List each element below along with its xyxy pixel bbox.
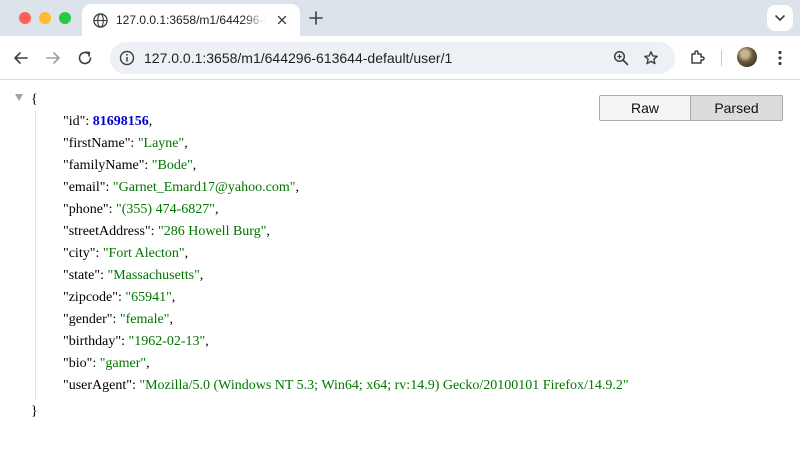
json-property-row: "id": 81698156,: [63, 114, 153, 129]
collapse-toggle-icon[interactable]: [15, 94, 23, 101]
tab-search-button[interactable]: [767, 5, 793, 31]
site-info-icon[interactable]: [119, 50, 135, 66]
json-property-row: "zipcode": "65941",: [63, 290, 176, 305]
chevron-down-icon: [775, 15, 785, 21]
parsed-button[interactable]: Parsed: [691, 96, 782, 120]
json-key: "email": [63, 180, 106, 195]
json-property-row: "streetAddress": "286 Howell Burg",: [63, 224, 270, 239]
forward-arrow-icon[interactable]: [44, 49, 62, 67]
json-property-row: "gender": "female",: [63, 312, 173, 327]
json-property-row: "phone": "(355) 474-6827",: [63, 202, 219, 217]
tab-strip: 127.0.0.1:3658/m1/644296-613644-default/…: [0, 0, 800, 36]
kebab-menu-icon[interactable]: [771, 49, 789, 67]
json-value: "1962-02-13": [128, 334, 206, 349]
json-property-row: "bio": "gamer",: [63, 356, 150, 371]
back-arrow-icon[interactable]: [12, 49, 30, 67]
json-key: "birthday": [63, 334, 122, 349]
json-close-brace: }: [31, 404, 38, 419]
view-mode-toggle: Raw Parsed: [599, 95, 783, 121]
json-key: "gender": [63, 312, 113, 327]
bookmark-star-icon[interactable]: [643, 50, 659, 66]
json-property-row: "state": "Massachusetts",: [63, 268, 204, 283]
extensions-icon[interactable]: [688, 48, 706, 66]
json-key: "familyName": [63, 158, 145, 173]
json-value: "Garnet_Emard17@yahoo.com": [112, 180, 296, 195]
json-properties: "id": 81698156, "firstName": "Layne", "fam…: [63, 113, 629, 399]
json-value: "Mozilla/5.0 (Windows NT 5.3; Win64; x64…: [139, 378, 629, 393]
json-value: 81698156: [92, 114, 149, 129]
browser-tab[interactable]: 127.0.0.1:3658/m1/644296-613644-default/…: [82, 4, 300, 36]
json-value: "Massachusetts": [107, 268, 200, 283]
page-content: { "id": 81698156, "firstName": "Layne", "f…: [0, 81, 800, 473]
json-value: "65941": [125, 290, 172, 305]
reload-icon[interactable]: [76, 49, 94, 67]
toolbar-separator: [721, 50, 722, 66]
json-value: "286 Howell Burg": [158, 224, 267, 239]
indent-guide: [35, 110, 36, 400]
window-maximize-button[interactable]: [59, 12, 71, 24]
json-property-row: "firstName": "Layne",: [63, 136, 188, 151]
close-icon[interactable]: [275, 13, 289, 27]
new-tab-plus-icon[interactable]: [307, 9, 325, 27]
json-property-row: "familyName": "Bode",: [63, 158, 197, 173]
json-viewer: { "id": 81698156, "firstName": "Layne", "f…: [0, 81, 800, 473]
json-value: "female": [119, 312, 170, 327]
tab-title: 127.0.0.1:3658/m1/644296-613644-default/…: [116, 13, 266, 27]
zoom-icon[interactable]: [613, 50, 629, 66]
json-key: "firstName": [63, 136, 131, 151]
json-property-row: "userAgent": "Mozilla/5.0 (Windows NT 5.…: [63, 378, 629, 393]
json-key: "state": [63, 268, 101, 283]
json-value: "gamer": [99, 356, 147, 371]
avatar[interactable]: [737, 47, 757, 67]
window-minimize-button[interactable]: [39, 12, 51, 24]
json-key: "bio": [63, 356, 93, 371]
json-key: "id": [63, 114, 86, 129]
address-bar[interactable]: 127.0.0.1:3658/m1/644296-613644-default/…: [110, 42, 675, 74]
json-property-row: "birthday": "1962-02-13",: [63, 334, 209, 349]
json-key: "userAgent": [63, 378, 132, 393]
json-value: "Layne": [137, 136, 185, 151]
json-property-row: "email": "Garnet_Emard17@yahoo.com",: [63, 180, 299, 195]
json-value: "(355) 474-6827": [116, 202, 215, 217]
json-open-brace: {: [31, 92, 38, 107]
json-key: "phone": [63, 202, 109, 217]
json-value: "Fort Alecton": [102, 246, 185, 261]
json-key: "zipcode": [63, 290, 118, 305]
raw-button[interactable]: Raw: [600, 96, 691, 120]
json-key: "city": [63, 246, 96, 261]
globe-icon: [93, 13, 108, 28]
window-close-button[interactable]: [19, 12, 31, 24]
json-property-row: "city": "Fort Alecton",: [63, 246, 189, 261]
url-text[interactable]: 127.0.0.1:3658/m1/644296-613644-default/…: [144, 50, 452, 66]
json-value: "Bode": [151, 158, 193, 173]
browser-toolbar: 127.0.0.1:3658/m1/644296-613644-default/…: [0, 36, 800, 80]
json-key: "streetAddress": [63, 224, 151, 239]
